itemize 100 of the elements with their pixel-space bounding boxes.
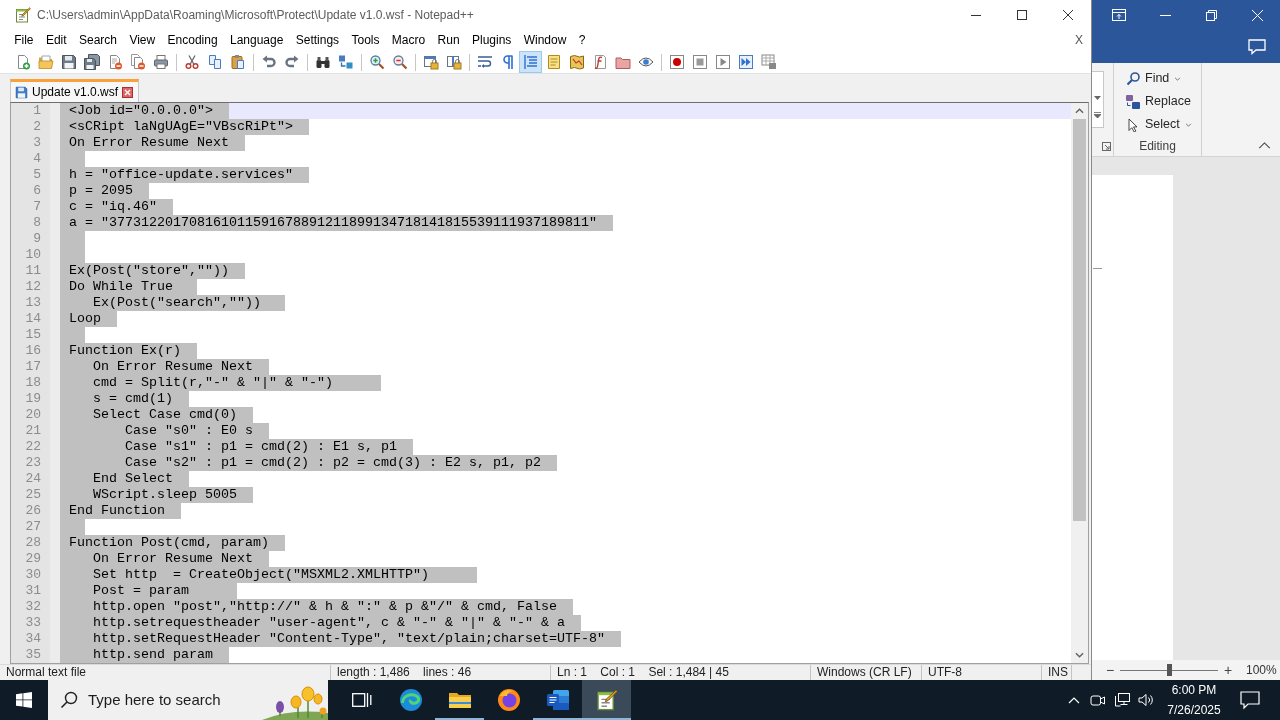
line-number: 32	[24, 599, 42, 615]
play-icon	[714, 54, 731, 70]
menu-item[interactable]: Tools	[345, 33, 386, 48]
document-tab[interactable]: Update v1.0.wsf	[10, 79, 140, 102]
line-number: 2	[32, 119, 42, 135]
speaker-icon[interactable]	[1138, 692, 1154, 708]
caret-icon	[1174, 76, 1182, 81]
windows-logo-icon[interactable]	[16, 692, 32, 708]
more-icon[interactable]	[1094, 111, 1101, 118]
line-number: 22	[24, 439, 42, 455]
printer-icon	[152, 54, 169, 70]
line-number: 25	[24, 487, 42, 503]
clock-date: 7/26/2025	[1166, 702, 1222, 719]
menu-item[interactable]: Language	[223, 33, 290, 48]
line-number: 12	[24, 279, 42, 295]
network-icon[interactable]	[1114, 692, 1130, 708]
line-number: 31	[24, 583, 42, 599]
launcher-icon[interactable]	[1102, 142, 1111, 151]
zoom-in-control[interactable]: +	[1222, 663, 1234, 677]
line-number: 19	[24, 391, 42, 407]
zoom-out-control[interactable]: −	[1104, 663, 1116, 677]
gallery-scroll[interactable]	[1092, 71, 1104, 128]
notification-icon[interactable]	[1240, 690, 1260, 710]
copy-icon	[206, 54, 223, 70]
menu-item[interactable]: Plugins	[465, 33, 518, 48]
undo-icon	[260, 54, 277, 70]
window-lock-icon	[445, 54, 462, 70]
line-number: 29	[24, 551, 42, 567]
line-number: 17	[24, 359, 42, 375]
fast-forward-icon	[737, 54, 754, 70]
scroll-up-icon[interactable]	[1075, 108, 1084, 114]
caret-down-icon[interactable]	[1094, 95, 1101, 100]
line-number: 5	[32, 167, 42, 183]
maximize-icon[interactable]	[1017, 10, 1027, 20]
pages-minus-icon	[129, 54, 146, 70]
ribbon-display-icon[interactable]	[1112, 9, 1126, 21]
menu-item[interactable]: File	[8, 33, 40, 48]
menu-item[interactable]: Edit	[39, 33, 73, 48]
group-label: Editing	[1138, 138, 1177, 153]
grid-disk-icon	[760, 54, 777, 70]
restore-icon[interactable]	[1205, 9, 1217, 21]
clipboard-icon	[229, 54, 246, 70]
line-number: 21	[24, 423, 42, 439]
globe-icon	[496, 688, 521, 712]
line-number: 9	[32, 231, 42, 247]
taskbar-button[interactable]	[582, 680, 631, 720]
menu-item[interactable]: Run	[431, 33, 466, 48]
slider-thumb[interactable]	[1166, 664, 1172, 676]
menu-item[interactable]: Window	[517, 33, 573, 48]
folder-icon	[614, 54, 631, 70]
line-number: 7	[32, 199, 42, 215]
line-number: 20	[24, 407, 42, 423]
menu-item[interactable]: Settings	[289, 33, 346, 48]
clock-time: 6:00 PM	[1170, 682, 1218, 699]
folder-icon	[447, 690, 472, 710]
line-number: 28	[24, 535, 42, 551]
line-number: 16	[24, 343, 42, 359]
comment-icon[interactable]	[1248, 38, 1266, 55]
menu-item[interactable]: View	[123, 33, 162, 48]
eye-icon	[637, 54, 654, 70]
folder-icon	[37, 54, 54, 70]
map-icon	[568, 54, 585, 70]
close-icon[interactable]	[1063, 10, 1073, 20]
search-input[interactable]: Type here to search	[88, 691, 238, 709]
task-view-icon[interactable]	[351, 691, 372, 709]
menu-item[interactable]: ?	[572, 33, 592, 48]
line-number: 1	[32, 103, 42, 119]
video-camera-icon[interactable]	[1090, 692, 1106, 708]
ribbon-item[interactable]: Select	[1126, 113, 1192, 136]
scrollbar-thumb[interactable]	[1073, 119, 1086, 521]
line-number: 34	[24, 631, 42, 647]
close-document-control[interactable]: X	[1072, 33, 1086, 48]
document-tile-icon	[545, 689, 570, 711]
caret-icon	[1184, 122, 1192, 127]
ribbon-item[interactable]: Replace	[1126, 90, 1191, 113]
zoom-in-icon	[368, 54, 385, 70]
wrap-lines-icon	[476, 54, 493, 70]
scroll-down-icon[interactable]	[1075, 652, 1084, 658]
menu-item[interactable]: Encoding	[161, 33, 224, 48]
line-number: 6	[32, 183, 42, 199]
indent-guide-icon	[522, 54, 539, 70]
replace-icon	[337, 54, 354, 70]
search-box[interactable]: Type here to search	[48, 680, 328, 720]
vertical-scrollbar[interactable]	[1071, 103, 1088, 663]
notepad-icon	[15, 7, 31, 23]
ribbon-item[interactable]: Find	[1126, 67, 1182, 90]
close-icon[interactable]	[122, 86, 134, 98]
caret-icon[interactable]	[1258, 142, 1271, 149]
chevron-up-icon[interactable]	[1068, 696, 1080, 704]
line-number: 26	[24, 503, 42, 519]
line-number: 11	[24, 263, 42, 279]
line-number: 4	[32, 151, 42, 167]
zoom-level[interactable]: 100%	[1246, 662, 1277, 678]
menu-item[interactable]: Macro	[385, 33, 432, 48]
menu-item[interactable]: Search	[72, 33, 124, 48]
line-number: 33	[24, 615, 42, 631]
zoom-out-icon	[391, 54, 408, 70]
line-number: 14	[24, 311, 42, 327]
line-number: 13	[24, 295, 42, 311]
window-title: C:\Users\admin\AppData\Roaming\Microsoft\Protect\Update v1.0.wsf - Notepad++	[37, 7, 474, 23]
